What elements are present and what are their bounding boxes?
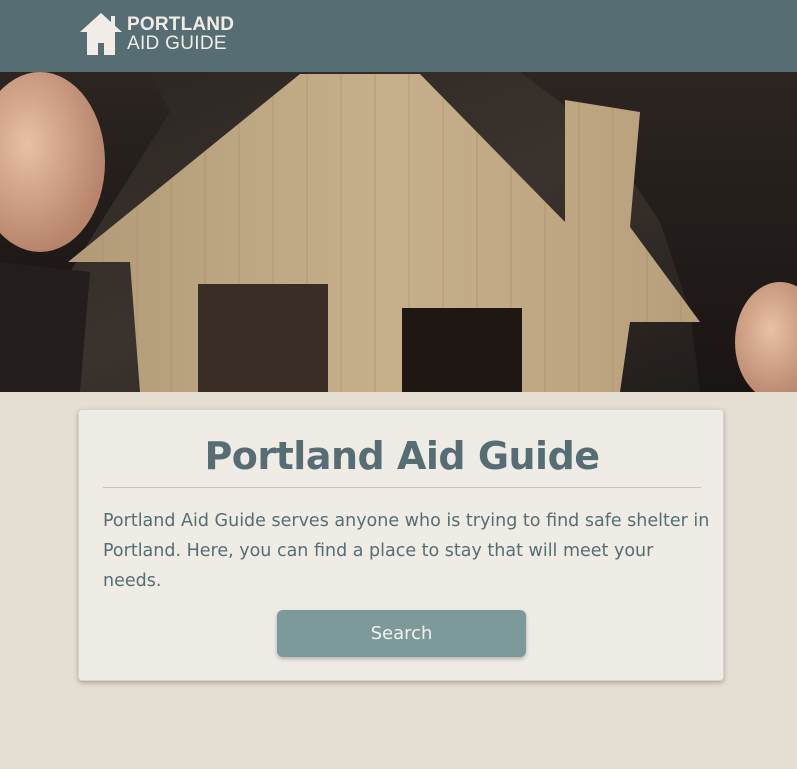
site-logo[interactable]: PORTLAND AID GUIDE bbox=[79, 12, 234, 56]
title-divider bbox=[103, 487, 701, 488]
top-navbar: PORTLAND AID GUIDE bbox=[0, 0, 797, 72]
page-title: Portland Aid Guide bbox=[204, 434, 600, 478]
hero-image bbox=[0, 72, 797, 392]
intro-card: Portland Aid Guide Portland Aid Guide se… bbox=[78, 409, 724, 681]
logo-text: PORTLAND AID GUIDE bbox=[127, 15, 234, 53]
intro-description: Portland Aid Guide serves anyone who is … bbox=[103, 511, 710, 591]
logo-title: PORTLAND bbox=[127, 14, 235, 35]
search-button[interactable]: Search bbox=[277, 610, 526, 657]
house-icon bbox=[79, 12, 123, 56]
logo-subtitle: AID GUIDE bbox=[127, 33, 227, 54]
